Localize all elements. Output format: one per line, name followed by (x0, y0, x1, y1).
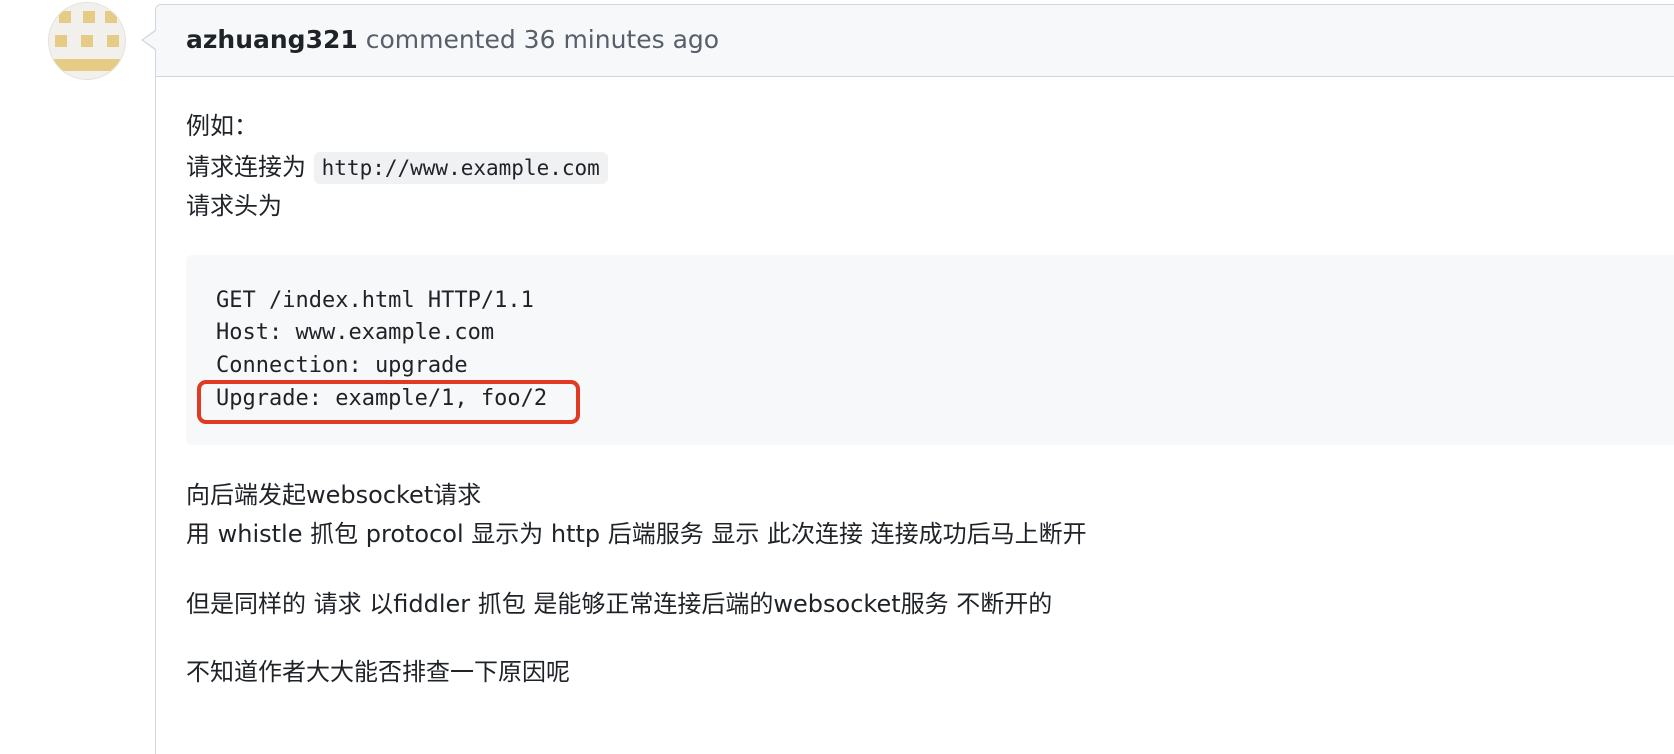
body-line-url: 请求连接为 http://www.example.com (186, 147, 608, 188)
paragraph-line: 用 whistle 抓包 protocol 显示为 http 后端服务 显示 此… (186, 520, 1087, 548)
avatar-block (81, 35, 93, 47)
author-link[interactable]: azhuang321 (186, 25, 358, 54)
paragraph-line: 向后端发起websocket请求 (186, 481, 482, 509)
comment-timestamp[interactable]: commented 36 minutes ago (358, 25, 719, 54)
comment-pointer-inner (143, 31, 156, 49)
avatar-block (55, 35, 67, 47)
inline-code-url: http://www.example.com (313, 152, 608, 184)
avatar[interactable] (48, 2, 126, 80)
highlight-box (197, 380, 580, 424)
body-line-url-prefix: 请求连接为 (186, 153, 314, 181)
body-line-example: 例如： (186, 112, 258, 140)
avatar-block (105, 11, 117, 23)
paragraph: 不知道作者大大能否排查一下原因呢 (186, 658, 570, 686)
avatar-block (107, 35, 119, 47)
code-line: Connection: upgrade (216, 353, 468, 378)
avatar-block (49, 59, 125, 71)
avatar-block (59, 11, 71, 23)
comment-header: azhuang321 commented 36 minutes ago (156, 5, 1674, 77)
comment-header-line: azhuang321 commented 36 minutes ago (186, 23, 719, 57)
code-line: GET /index.html HTTP/1.1 (216, 288, 534, 313)
avatar-block (83, 11, 95, 23)
body-line-headers: 请求头为 (186, 192, 282, 220)
code-line: Host: www.example.com (216, 320, 495, 345)
paragraph: 但是同样的 请求 以fiddler 抓包 是能够正常连接后端的websocket… (186, 590, 1053, 618)
